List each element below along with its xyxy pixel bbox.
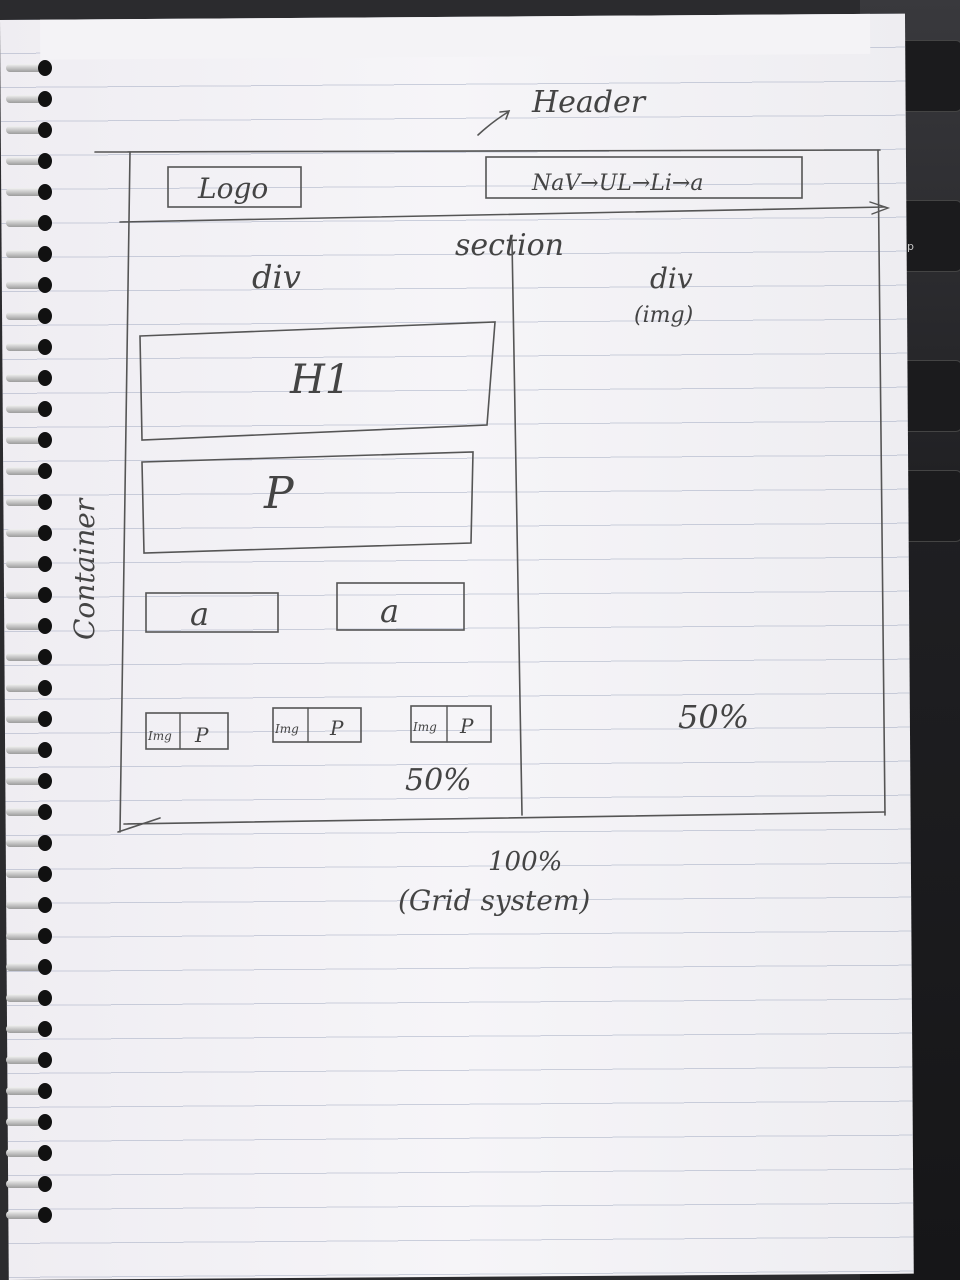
p-box bbox=[141, 451, 474, 554]
card-p-label-3: P bbox=[459, 714, 474, 738]
card-img-label-3: Img bbox=[412, 720, 437, 734]
header-bottom-line bbox=[119, 206, 886, 223]
card-img-label-2: Img bbox=[274, 722, 299, 736]
section-label: section bbox=[455, 228, 564, 263]
left-div-label: div bbox=[252, 258, 301, 296]
link-box-1 bbox=[145, 592, 279, 633]
right-div-sublabel: (img) bbox=[634, 303, 693, 328]
link-label-1: a bbox=[190, 595, 209, 633]
card-img-label-1: Img bbox=[147, 729, 172, 743]
h1-label: H1 bbox=[289, 357, 350, 403]
right-div-label: div bbox=[650, 262, 693, 295]
header-arrow bbox=[477, 110, 511, 136]
link-box-2 bbox=[336, 582, 465, 631]
container-right-line bbox=[877, 149, 886, 816]
p-label: P bbox=[263, 468, 295, 519]
header-label: Header bbox=[531, 85, 647, 120]
card-p-label-1: P bbox=[194, 723, 209, 747]
footer-caption: (Grid system) bbox=[398, 884, 590, 917]
container-label: Container bbox=[68, 497, 101, 640]
section-divider bbox=[511, 239, 523, 816]
logo-label: Logo bbox=[197, 172, 268, 205]
container-left-line bbox=[119, 151, 131, 833]
left-width-label: 50% bbox=[405, 763, 472, 798]
notebook-photo: up Header Logo NaV→UL→Li→a section div H… bbox=[0, 0, 960, 1280]
header-top-line bbox=[94, 149, 881, 153]
nav-label: NaV→UL→Li→a bbox=[531, 171, 703, 196]
right-width-label: 50% bbox=[678, 698, 749, 736]
link-label-2: a bbox=[380, 592, 399, 630]
card-p-label-2: P bbox=[329, 716, 344, 740]
container-corner-mark bbox=[117, 817, 161, 833]
footer-width-label: 100% bbox=[488, 847, 562, 877]
container-bottom-line bbox=[123, 811, 886, 825]
wireframe-sketch: Header Logo NaV→UL→Li→a section div H1 P… bbox=[68, 85, 891, 917]
